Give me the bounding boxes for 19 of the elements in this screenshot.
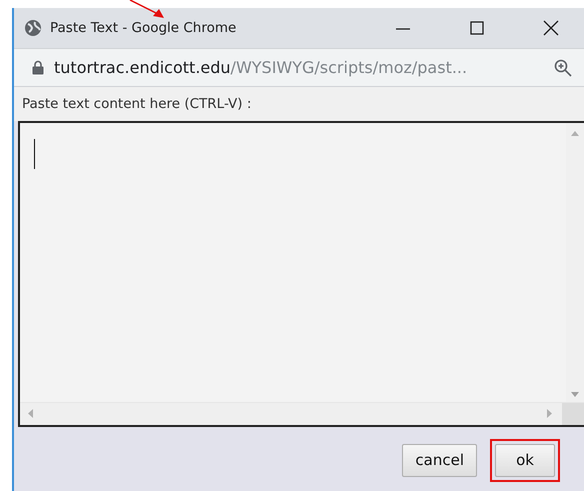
- annotation-arrow: [128, 0, 166, 20]
- close-icon: [543, 20, 559, 36]
- scroll-left-icon[interactable]: [28, 409, 33, 418]
- window-title: Paste Text - Google Chrome: [50, 20, 238, 36]
- scroll-right-icon[interactable]: [547, 409, 552, 418]
- globe-icon: [24, 19, 42, 37]
- cancel-button[interactable]: cancel: [402, 444, 477, 476]
- zoom-icon[interactable]: [554, 58, 572, 76]
- minimize-icon: [396, 28, 410, 30]
- prompt-label: Paste text content here (CTRL-V) :: [22, 96, 252, 112]
- maximize-icon: [469, 20, 485, 36]
- text-cursor: [34, 139, 35, 169]
- scroll-up-icon[interactable]: [571, 131, 579, 136]
- text-area[interactable]: [18, 121, 584, 427]
- scroll-down-icon[interactable]: [571, 392, 579, 397]
- scrollbar-corner: [562, 403, 584, 425]
- horizontal-scrollbar[interactable]: [20, 402, 584, 425]
- ok-button[interactable]: ok: [495, 444, 555, 476]
- lock-icon: [32, 60, 44, 75]
